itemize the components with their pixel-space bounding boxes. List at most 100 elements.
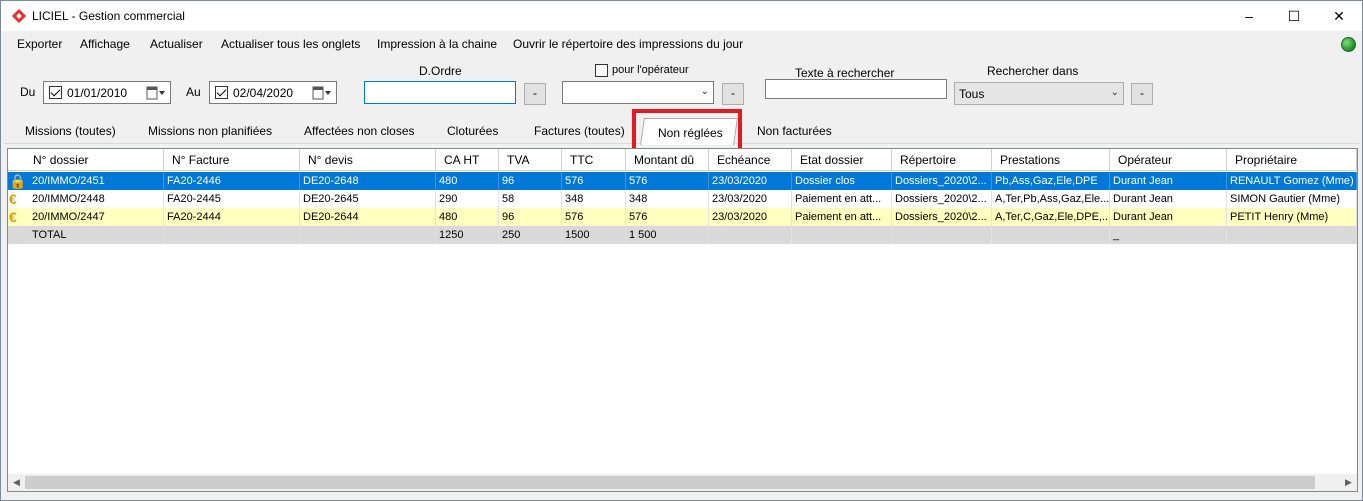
tab-non-facturees[interactable]: Non facturées [757, 124, 832, 138]
cell-operateur: Durant Jean [1110, 172, 1227, 190]
status-indicator-icon [1341, 37, 1356, 52]
texte-rechercher-label: Texte à rechercher [795, 66, 895, 80]
cell-etat-dossier: Paiement en att... [792, 190, 892, 208]
cell-dossier: 20/IMMO/2447 [29, 208, 164, 226]
du-date-picker[interactable]: 01/01/2010 [43, 81, 171, 104]
cell-total-etat [792, 226, 892, 244]
total-row: TOTAL 1250 250 1500 1 500 _ [8, 226, 1357, 244]
maximize-button[interactable]: ☐ [1271, 1, 1317, 31]
cell-facture: FA20-2445 [164, 190, 300, 208]
table-row[interactable]: € 20/IMMO/2448 FA20-2445 DE20-2645 290 5… [8, 190, 1357, 208]
au-date-value: 02/04/2020 [233, 86, 294, 100]
window-title: LICIEL - Gestion commercial [32, 9, 185, 23]
cell-prestations: A,Ter,Pb,Ass,Gaz,Ele... [992, 190, 1110, 208]
col-header-devis[interactable]: N° devis [300, 149, 436, 171]
col-header-montant-du[interactable]: Montant dû [626, 149, 709, 171]
horizontal-scrollbar[interactable]: ◀ ▶ [8, 474, 1357, 491]
tab-factures-toutes[interactable]: Factures (toutes) [534, 124, 625, 138]
au-date-picker[interactable]: 02/04/2020 [209, 81, 337, 104]
cell-echeance: 23/03/2020 [709, 208, 792, 226]
cell-total-label: TOTAL [29, 226, 164, 244]
col-header-etat-dossier[interactable]: Etat dossier [792, 149, 892, 171]
cell-repertoire: Dossiers_2020\2... [892, 190, 992, 208]
rechercher-dans-label: Rechercher dans [987, 64, 1079, 78]
rechercher-dans-select[interactable]: Tous ⌄ [954, 82, 1124, 105]
au-checkbox[interactable] [215, 86, 228, 99]
cell-facture: FA20-2446 [164, 172, 300, 190]
menu-exporter[interactable]: Exporter [17, 37, 62, 51]
menu-actualiser[interactable]: Actualiser [150, 37, 203, 51]
operateur-select[interactable]: ⌄ [562, 81, 714, 104]
table-row[interactable]: 🔒 20/IMMO/2451 FA20-2446 DE20-2648 480 9… [8, 172, 1357, 190]
cell-total-tva: 250 [499, 226, 562, 244]
cell-ca-ht: 480 [436, 208, 499, 226]
app-window: LICIEL - Gestion commercial – ☐ ✕ Export… [0, 0, 1363, 501]
col-header-facture[interactable]: N° Facture [164, 149, 300, 171]
cell-facture: FA20-2444 [164, 208, 300, 226]
col-header-dossier[interactable]: N° dossier [8, 149, 164, 171]
dordre-clear-button[interactable]: - [524, 83, 546, 105]
rechercher-dans-clear-button[interactable]: - [1131, 83, 1153, 105]
col-header-tva[interactable]: TVA [499, 149, 562, 171]
cell-tva: 96 [499, 208, 562, 226]
cell-proprietaire: RENAULT Gomez (Mme) [1227, 172, 1357, 190]
cell-etat-dossier: Dossier clos [792, 172, 892, 190]
col-header-operateur[interactable]: Opérateur [1110, 149, 1227, 171]
du-checkbox[interactable] [49, 86, 62, 99]
cell-tva: 96 [499, 172, 562, 190]
pour-operateur-checkbox[interactable] [595, 64, 608, 77]
cell-ttc: 348 [562, 190, 626, 208]
tab-cloturees[interactable]: Cloturées [447, 124, 498, 138]
menu-impression-chaine[interactable]: Impression à la chaine [377, 37, 497, 51]
cell-total-ca-ht: 1250 [436, 226, 499, 244]
scroll-left-icon[interactable]: ◀ [8, 474, 25, 491]
chevron-down-icon: ⌄ [700, 86, 709, 97]
col-header-repertoire[interactable]: Répertoire [892, 149, 992, 171]
cell-ca-ht: 480 [436, 172, 499, 190]
cell-total-prestations [992, 226, 1110, 244]
close-button[interactable]: ✕ [1316, 1, 1362, 31]
table-row[interactable]: € 20/IMMO/2447 FA20-2444 DE20-2644 480 9… [8, 208, 1357, 226]
data-grid[interactable]: N° dossier N° Facture N° devis CA HT TVA… [7, 148, 1358, 492]
dordre-label: D.Ordre [419, 64, 462, 78]
euro-icon: € [9, 209, 17, 225]
cell-echeance: 23/03/2020 [709, 172, 792, 190]
texte-rechercher-input[interactable] [765, 79, 947, 99]
col-header-proprietaire[interactable]: Propriétaire [1227, 149, 1357, 171]
operateur-clear-button[interactable]: - [722, 83, 744, 105]
cell-total-echeance [709, 226, 792, 244]
col-header-prestations[interactable]: Prestations [992, 149, 1110, 171]
tab-missions-non-planifiees[interactable]: Missions non planifiées [148, 124, 272, 138]
du-date-value: 01/01/2010 [67, 86, 128, 100]
scroll-right-icon[interactable]: ▶ [1340, 474, 1357, 491]
calendar-icon[interactable] [312, 86, 332, 100]
cell-total-proprietaire [1227, 226, 1357, 244]
minimize-button[interactable]: – [1226, 1, 1272, 31]
cell-ca-ht: 290 [436, 190, 499, 208]
col-header-echeance[interactable]: Echéance [709, 149, 792, 171]
cell-prestations: A,Ter,C,Gaz,Ele,DPE,... [992, 208, 1110, 226]
cell-proprietaire: PETIT Henry (Mme) [1227, 208, 1357, 226]
col-header-ca-ht[interactable]: CA HT [436, 149, 499, 171]
chevron-down-icon: ⌄ [1110, 87, 1119, 98]
cell-tva: 58 [499, 190, 562, 208]
calendar-icon[interactable] [146, 86, 166, 100]
cell-total-repertoire [892, 226, 992, 244]
dordre-input[interactable] [364, 81, 516, 104]
menu-bar: Exporter Affichage Actualiser Actualiser… [1, 32, 1362, 56]
tab-affectees-non-closes[interactable]: Affectées non closes [304, 124, 415, 138]
cell-repertoire: Dossiers_2020\2... [892, 172, 992, 190]
scrollbar-thumb[interactable] [25, 476, 1315, 489]
cell-dossier: 20/IMMO/2448 [29, 190, 164, 208]
cell-devis: DE20-2648 [300, 172, 436, 190]
au-label: Au [186, 85, 201, 99]
cell-operateur: Durant Jean [1110, 190, 1227, 208]
euro-icon: € [9, 191, 17, 207]
col-header-ttc[interactable]: TTC [562, 149, 626, 171]
tab-missions-toutes[interactable]: Missions (toutes) [25, 124, 116, 138]
cell-repertoire: Dossiers_2020\2... [892, 208, 992, 226]
menu-ouvrir-repertoire[interactable]: Ouvrir le répertoire des impressions du … [513, 37, 743, 51]
menu-actualiser-tous[interactable]: Actualiser tous les onglets [221, 37, 360, 51]
du-label: Du [20, 85, 36, 99]
menu-affichage[interactable]: Affichage [80, 37, 130, 51]
